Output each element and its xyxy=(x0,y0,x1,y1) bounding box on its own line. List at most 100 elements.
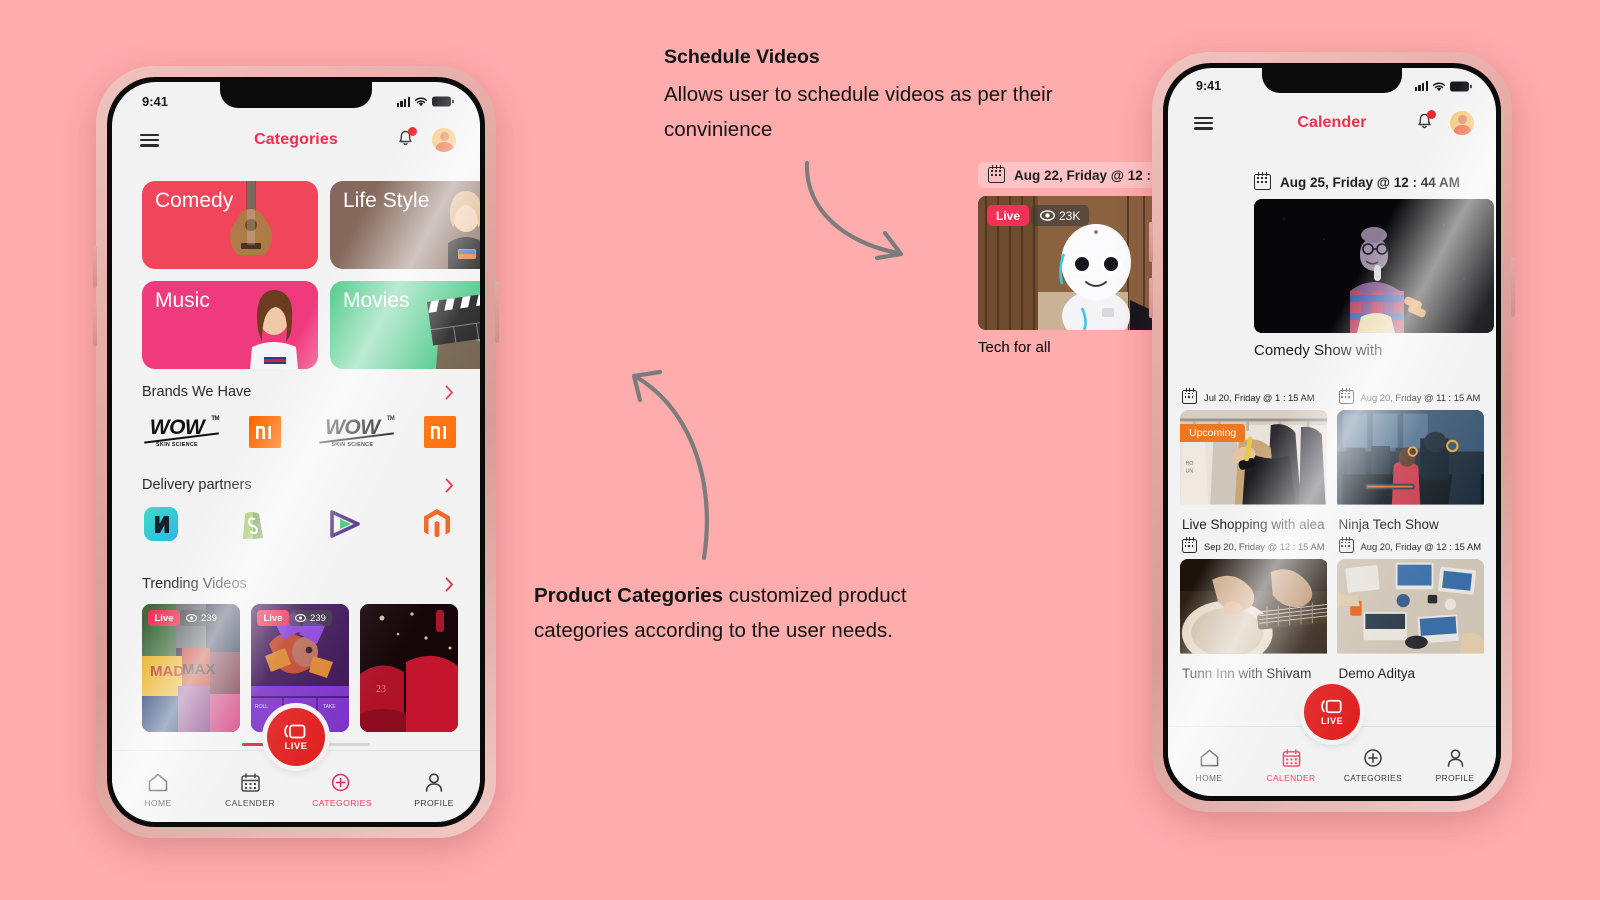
bell-icon[interactable] xyxy=(1414,110,1436,136)
calendar-card[interactable]: Aug 20, Friday @ 12 : 15 AM Demo Aditya xyxy=(1336,537,1485,681)
wifi-icon xyxy=(1432,82,1446,91)
tab-home[interactable]: HOME xyxy=(1168,748,1250,783)
shopify-icon[interactable] xyxy=(236,507,270,541)
right-phone-device: 9:41 Calender Aug 25, Friday @ 12: 44 A… xyxy=(1149,52,1515,812)
card-caption: Ninja Tech Show xyxy=(1338,517,1439,532)
magento-icon[interactable] xyxy=(420,507,454,541)
avatar[interactable] xyxy=(1450,111,1474,135)
wifi-icon xyxy=(414,97,428,107)
brand-logo-mi[interactable] xyxy=(248,416,281,448)
dunzo-icon[interactable] xyxy=(328,507,362,541)
phone-volume-buttons xyxy=(1149,278,1153,318)
calendar-icon xyxy=(1182,537,1197,553)
status-bar: 9:41 xyxy=(1168,68,1496,93)
brand-logo-mi[interactable] xyxy=(423,416,456,448)
card-thumbnail[interactable] xyxy=(1336,559,1485,659)
calendar-card[interactable]: Aug 20, Friday @ 11 : 15 AM Ninja Tech S… xyxy=(1336,388,1485,532)
video-camera-icon xyxy=(284,724,306,738)
live-badge: Live xyxy=(987,205,1029,226)
go-live-button[interactable]: LIVE xyxy=(1304,684,1360,740)
section-header-trending[interactable]: Trending Videos xyxy=(142,576,454,592)
chevron-right-icon[interactable] xyxy=(445,478,454,493)
home-icon xyxy=(148,773,168,792)
signal-icon xyxy=(396,96,410,107)
phone-volume-buttons xyxy=(93,304,97,346)
calendar-icon xyxy=(1338,388,1354,404)
eye-icon xyxy=(186,614,197,622)
tab-label: CALENDER xyxy=(225,798,275,808)
left-phone-device: 9:41 Categories Comedy Life Style Music … xyxy=(93,66,499,838)
tab-categories[interactable]: CATEGORIES xyxy=(296,772,388,808)
calendar-icon xyxy=(1338,537,1354,553)
brands-logo-row: WOW TM SKIN SCIENCE WOW TM SKIN SCIENCE xyxy=(142,416,456,448)
featured-date: Aug 25, Friday @ 12 : 44 AM xyxy=(1280,174,1460,190)
annotation-title: Product Categories xyxy=(534,584,724,607)
avatar[interactable] xyxy=(432,128,456,152)
category-card-life-style[interactable]: Life Style xyxy=(330,181,480,269)
brand-name: WOW TM xyxy=(142,416,220,438)
tab-home[interactable]: HOME xyxy=(112,772,204,808)
live-label: LIVE xyxy=(1320,716,1344,726)
svg-text:MAX: MAX xyxy=(182,661,215,678)
phone-volume-buttons xyxy=(1149,222,1153,262)
live-badge: Live xyxy=(257,610,289,626)
go-live-button[interactable]: LIVE xyxy=(267,708,325,766)
nimbus-icon[interactable] xyxy=(144,507,178,541)
card-thumbnail[interactable] xyxy=(1180,559,1328,659)
tab-label: CALENDER xyxy=(1266,773,1316,783)
app-header: Calender xyxy=(1168,93,1496,137)
left-phone-screen: 9:41 Categories Comedy Life Style Music … xyxy=(112,82,480,822)
calendar-card[interactable]: Jul 20, Friday @ 1 : 15 AM HO UN Upcomin… xyxy=(1180,388,1328,532)
person-icon xyxy=(1447,749,1463,767)
trending-video-tile[interactable]: MAD MAX Live 239 xyxy=(142,604,240,732)
category-card-comedy[interactable]: Comedy xyxy=(142,181,318,269)
calendar-grid: Jul 20, Friday @ 1 : 15 AM HO UN Upcomin… xyxy=(1180,388,1485,681)
category-card-music[interactable]: Music xyxy=(142,281,318,369)
category-card-movies[interactable]: Movies xyxy=(330,281,480,369)
tab-label: PROFILE xyxy=(414,798,454,808)
card-caption: Demo Aditya xyxy=(1338,666,1416,681)
signal-icon xyxy=(1414,81,1428,91)
svg-text:23: 23 xyxy=(376,684,386,695)
tab-profile[interactable]: PROFILE xyxy=(1414,748,1496,783)
tab-calender[interactable]: CALENDER xyxy=(1250,748,1332,783)
calendar-icon xyxy=(1282,749,1301,767)
card-thumbnail[interactable] xyxy=(1336,410,1485,510)
tab-categories[interactable]: CATEGORIES xyxy=(1332,748,1414,783)
card-date-row: Aug 20, Friday @ 11 : 15 AM xyxy=(1337,388,1485,404)
trademark-mark: TM xyxy=(386,415,395,422)
trending-video-tile[interactable]: 23 xyxy=(360,604,458,732)
svg-text:MAD: MAD xyxy=(150,663,184,680)
scrollbar-thumb[interactable] xyxy=(242,743,268,747)
brand-logo-wow[interactable]: WOW TM SKIN SCIENCE xyxy=(317,416,395,448)
view-count-pill: 239 xyxy=(289,610,332,626)
video-camera-icon xyxy=(1320,699,1342,714)
calendar-card[interactable]: Sep 20, Friday @ 12 : 15 AM Tunn Inn wit… xyxy=(1180,537,1328,681)
tab-label: CATEGORIES xyxy=(312,798,372,808)
tab-calender[interactable]: CALENDER xyxy=(204,772,296,808)
brand-logo-wow[interactable]: WOW TM SKIN SCIENCE xyxy=(142,416,220,448)
calendar-icon xyxy=(1182,388,1197,404)
chevron-right-icon[interactable] xyxy=(445,577,454,592)
tab-profile[interactable]: PROFILE xyxy=(388,772,480,808)
featured-card-comedy[interactable]: Aug 25, Friday @ 12 : 44 AM Comedy Show … xyxy=(1254,172,1494,359)
section-header-delivery[interactable]: Delivery partners xyxy=(142,477,454,493)
curved-arrow-up-left-icon xyxy=(631,369,709,561)
tab-label: HOME xyxy=(144,798,172,808)
card-thumbnail[interactable]: HO UN Upcoming xyxy=(1180,410,1328,510)
card-caption: Tunn Inn with Shivam xyxy=(1182,666,1312,681)
featured-date-row: Aug 25, Friday @ 12 : 44 AM xyxy=(1254,172,1494,190)
annotation-title: Schedule Videos xyxy=(664,46,820,68)
section-header-brands[interactable]: Brands We Have xyxy=(142,384,454,400)
featured-thumbnail[interactable] xyxy=(1254,199,1494,333)
upcoming-badge: Upcoming xyxy=(1180,424,1246,442)
categories-grid-row-2: Music Movies xyxy=(142,281,480,369)
chevron-right-icon[interactable] xyxy=(445,385,454,400)
battery-icon xyxy=(432,96,454,107)
card-caption: Live Shopping with alea xyxy=(1182,517,1325,532)
phone-volume-buttons xyxy=(93,246,97,288)
bell-icon[interactable] xyxy=(395,127,417,153)
phone-power-button xyxy=(495,281,499,343)
category-label: Comedy xyxy=(155,189,234,212)
app-header: Categories xyxy=(112,109,480,155)
